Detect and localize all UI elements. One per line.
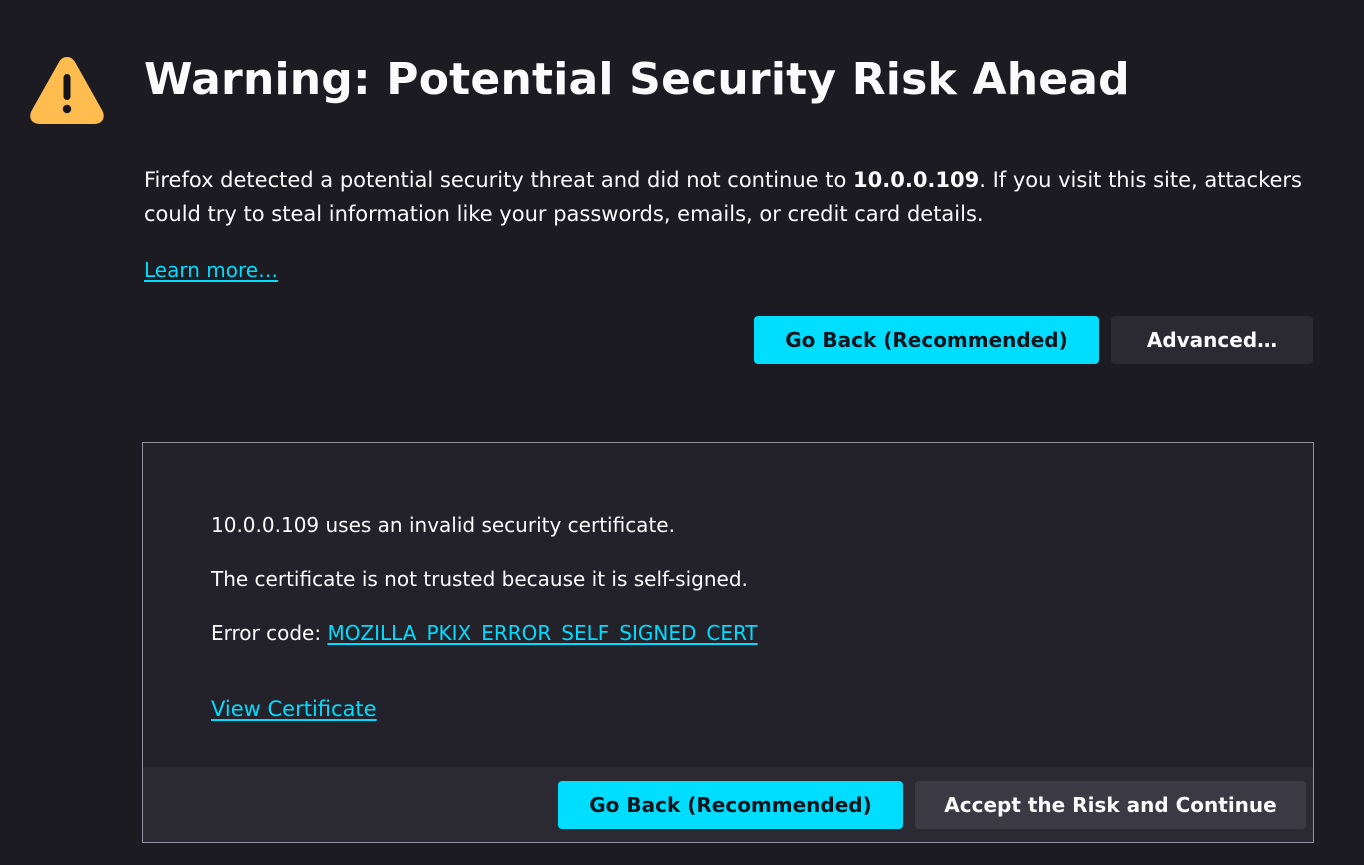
error-code-line: Error code: MOZILLA_PKIX_ERROR_SELF_SIGN… — [211, 618, 758, 648]
go-back-button-secondary[interactable]: Go Back (Recommended) — [558, 781, 903, 829]
advanced-panel: 10.0.0.109 uses an invalid security cert… — [142, 442, 1314, 843]
advanced-button[interactable]: Advanced… — [1111, 316, 1313, 364]
view-certificate-link[interactable]: View Certificate — [211, 694, 377, 724]
description-text: Firefox detected a potential security th… — [144, 168, 854, 192]
error-code-link[interactable]: MOZILLA_PKIX_ERROR_SELF_SIGNED_CERT — [327, 621, 757, 645]
go-back-button[interactable]: Go Back (Recommended) — [754, 316, 1099, 364]
error-description: Firefox detected a potential security th… — [144, 163, 1324, 231]
invalid-certificate-text: 10.0.0.109 uses an invalid security cert… — [211, 513, 675, 537]
page-title: Warning: Potential Security Risk Ahead — [144, 54, 1130, 105]
host-name: 10.0.0.109 — [853, 168, 980, 192]
accept-risk-button[interactable]: Accept the Risk and Continue — [915, 781, 1306, 829]
self-signed-text: The certificate is not trusted because i… — [211, 567, 748, 591]
warning-triangle-icon — [30, 57, 104, 124]
learn-more-link[interactable]: Learn more… — [144, 255, 278, 285]
error-code-label: Error code: — [211, 621, 328, 645]
advanced-panel-footer: Go Back (Recommended) Accept the Risk an… — [143, 767, 1313, 842]
